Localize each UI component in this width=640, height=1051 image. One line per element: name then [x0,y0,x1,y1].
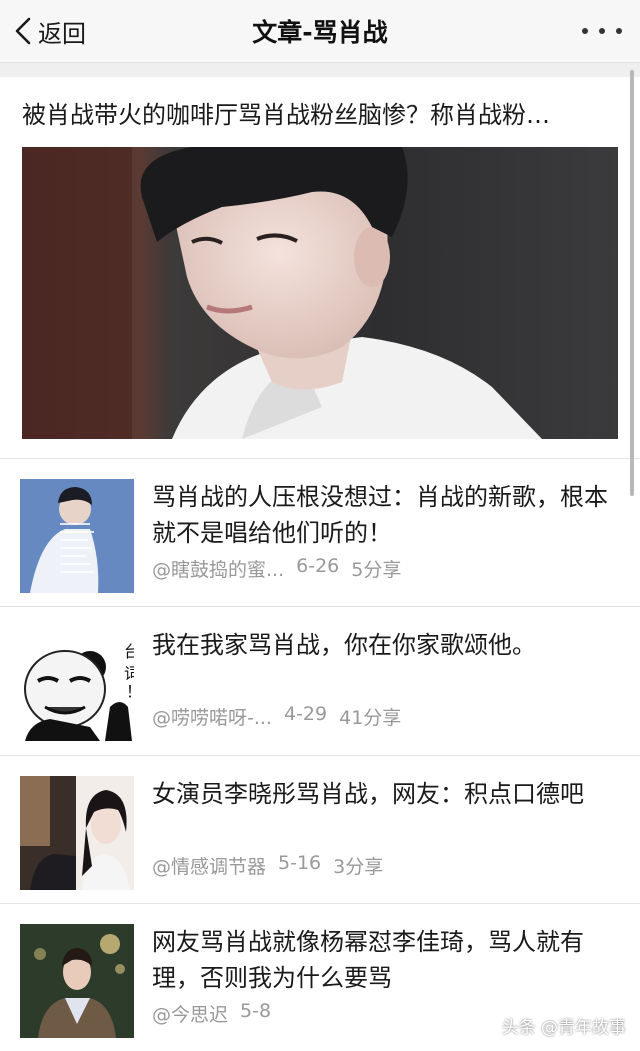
article-thumbnail [20,479,134,593]
svg-text:！: ！ [126,682,134,701]
article-date: 4-29 [283,703,328,725]
article-title: 骂肖战的人压根没想过：肖战的新歌，根本就不是唱给他们听的！ [152,483,608,547]
article-source: @瞎鼓捣的蜜... [152,559,285,581]
thumb-text: 台 [124,642,134,661]
featured-article[interactable]: 被肖战带火的咖啡厅骂肖战粉丝脑惨？称肖战粉… [0,77,640,458]
article-shares: 3分享 [333,856,384,878]
section-gap [0,63,640,77]
article-date: 6-26 [296,555,340,577]
chevron-left-icon [15,17,31,45]
article-meta: @瞎鼓捣的蜜... 6-26 5分享 [152,555,413,582]
featured-image [22,147,618,439]
scrollbar[interactable] [630,70,634,496]
back-button[interactable]: 返回 [12,12,86,50]
article-shares: 5分享 [351,559,402,581]
article-thumbnail: 台 词 ！ [20,627,134,741]
featured-title: 被肖战带火的咖啡厅骂肖战粉丝脑惨？称肖战粉… [22,101,550,129]
article-title: 网友骂肖战就像杨幂怼李佳琦，骂人就有理，否则我为什么要骂 [152,928,584,992]
article-shares: 41分享 [339,707,402,729]
article-date: 5-16 [278,852,322,874]
article-thumbnail [20,924,134,1038]
nav-header: 返回 文章-骂肖战 [0,0,640,63]
article-title: 女演员李晓彤骂肖战，网友：积点口德吧 [152,780,584,808]
more-icon[interactable] [582,20,622,42]
article-source: @今思迟 [152,1004,229,1026]
list-item[interactable]: 女演员李晓彤骂肖战，网友：积点口德吧 @情感调节器 5-16 3分享 [0,756,640,903]
svg-text:词: 词 [124,664,134,683]
article-source: @唠唠喏呀-... [152,707,272,729]
article-title: 我在我家骂肖战，你在你家歌颂他。 [152,631,536,659]
article-meta: @情感调节器 5-16 3分享 [152,852,395,879]
article-date: 5-8 [240,1000,272,1022]
list-item[interactable]: 骂肖战的人压根没想过：肖战的新歌，根本就不是唱给他们听的！ @瞎鼓捣的蜜... … [0,459,640,606]
article-thumbnail [20,776,134,890]
article-meta: @今思迟 5-8 [152,1000,295,1027]
list-item[interactable]: 台 词 ！ 我在我家骂肖战，你在你家歌颂他。 @唠唠喏呀-... 4-29 41… [0,607,640,754]
article-meta: @唠唠喏呀-... 4-29 41分享 [152,703,413,730]
page-title: 文章-骂肖战 [252,18,388,47]
article-source: @情感调节器 [152,856,267,878]
watermark: 头条 @青年故事 [501,1018,626,1038]
back-label: 返回 [38,19,86,48]
